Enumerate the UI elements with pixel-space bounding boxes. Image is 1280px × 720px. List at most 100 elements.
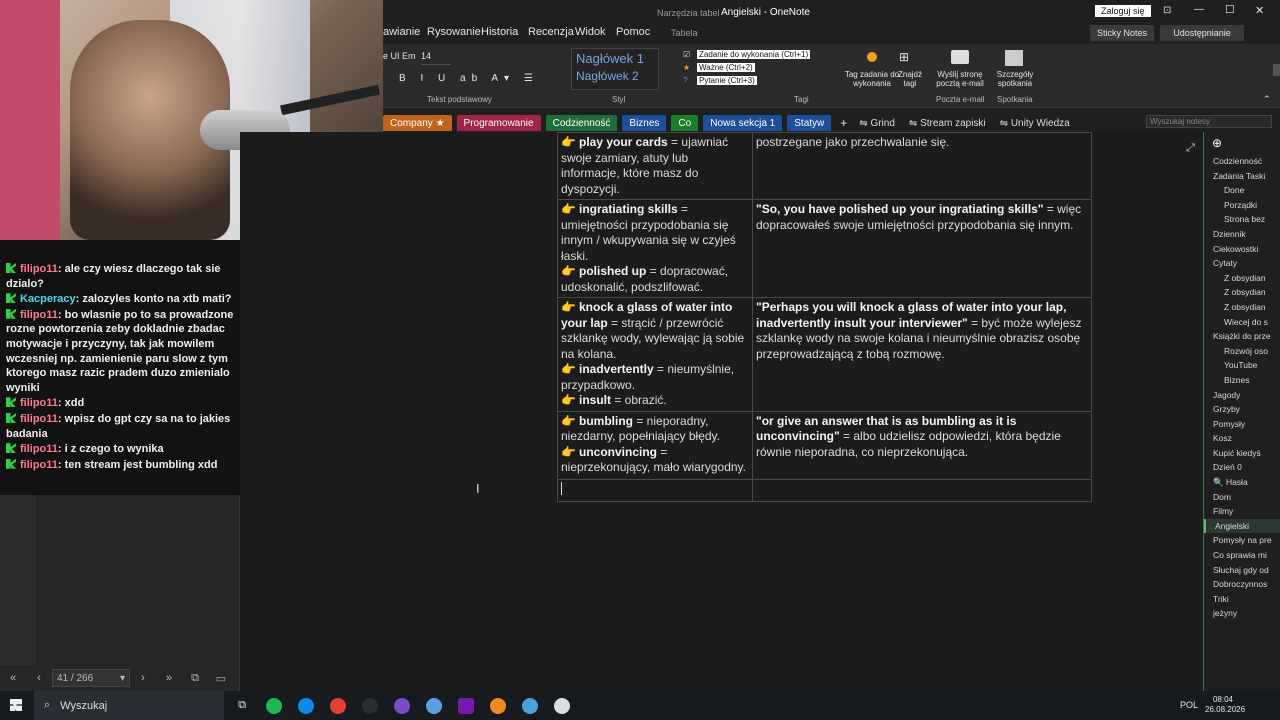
page-counter[interactable]: 41 / 266 ▾ bbox=[52, 669, 130, 687]
page-list-item[interactable]: Dzień 0 bbox=[1204, 460, 1280, 475]
share-button[interactable]: Udostępnianie bbox=[1160, 25, 1244, 41]
chat-username[interactable]: filipo11 bbox=[20, 263, 58, 275]
find-tags-icon[interactable]: ⊞ bbox=[899, 50, 909, 64]
obs-icon[interactable] bbox=[354, 691, 386, 720]
page-list-item[interactable]: Co sprawia mi bbox=[1204, 548, 1280, 563]
page-list-item[interactable]: Pomysły bbox=[1204, 417, 1280, 432]
menu-tab[interactable]: Widok bbox=[575, 26, 606, 38]
clock-app-icon[interactable] bbox=[418, 691, 450, 720]
table-cell[interactable]: 👉 bumbling = nieporadny, niezdarny, popeł… bbox=[557, 410, 753, 480]
sticky-notes-button[interactable]: Sticky Notes bbox=[1090, 25, 1154, 41]
menu-tab[interactable]: awianie bbox=[383, 26, 420, 38]
page-list-item[interactable]: Kupić kiedyś bbox=[1204, 446, 1280, 461]
table-cell[interactable]: "Perhaps you will knock a glass of water… bbox=[752, 297, 1092, 412]
find-tags-button[interactable]: Znajdź tagi bbox=[895, 70, 925, 88]
table-cell[interactable]: postrzegane jako przechwalanie się. bbox=[752, 132, 1092, 200]
section-tab[interactable]: Company ★ bbox=[383, 115, 452, 131]
wolf-app-icon[interactable] bbox=[546, 691, 578, 720]
section-link[interactable]: ⇋ Unity Wiedza bbox=[1000, 118, 1070, 129]
menu-tab[interactable]: Rysowanie bbox=[427, 26, 481, 38]
coauthor-icon[interactable]: ⊡ bbox=[1163, 5, 1171, 16]
onenote-icon[interactable] bbox=[450, 691, 482, 720]
vocab-table[interactable]: 👉 play your cards = ujawniać swoje zamiar… bbox=[557, 132, 1092, 502]
page-list-item[interactable]: Cytaty bbox=[1204, 256, 1280, 271]
page-list-item[interactable]: Biznes bbox=[1204, 373, 1280, 388]
vlc-icon[interactable] bbox=[482, 691, 514, 720]
page-list-item[interactable]: Dobroczynnos bbox=[1204, 577, 1280, 592]
fullscreen-icon[interactable]: ▭ bbox=[208, 672, 234, 685]
page-list-item[interactable]: Kosz bbox=[1204, 431, 1280, 446]
page-list-item[interactable]: Angielski bbox=[1204, 518, 1280, 534]
page-list-item[interactable]: Codzienność bbox=[1204, 154, 1280, 169]
spotify-icon[interactable] bbox=[258, 691, 290, 720]
section-tab[interactable]: Programowanie bbox=[456, 115, 541, 131]
section-link[interactable]: ⇋ Stream zapiski bbox=[909, 118, 986, 129]
discord-icon[interactable] bbox=[386, 691, 418, 720]
page-list-item[interactable]: Jagody bbox=[1204, 388, 1280, 403]
section-link[interactable]: ⇋ Grind bbox=[859, 118, 895, 129]
tag-item[interactable]: ★ Ważne (Ctrl+2) bbox=[683, 61, 833, 74]
chat-username[interactable]: Kacperacy bbox=[20, 293, 76, 305]
table-cell[interactable]: "or give an answer that is as bumbling a… bbox=[752, 410, 1092, 480]
search-notebooks-input[interactable]: Wyszukaj notesy bbox=[1146, 115, 1272, 128]
tag-item[interactable]: ? Pytanie (Ctrl+3) bbox=[683, 74, 833, 87]
page-list-item[interactable]: Wiecej do s bbox=[1204, 315, 1280, 330]
table-cell[interactable]: 👉 knock a glass of water into your lap = … bbox=[557, 297, 753, 412]
menu-tab[interactable]: Tabela bbox=[671, 28, 698, 38]
style-heading-2[interactable]: Nagłówek 2 bbox=[572, 68, 658, 84]
maximize-button[interactable]: ☐ bbox=[1225, 3, 1235, 16]
page-list-item[interactable]: Porządki bbox=[1204, 198, 1280, 213]
style-heading-1[interactable]: Nagłówek 1 bbox=[572, 49, 658, 68]
expand-icon[interactable]: ⤢ bbox=[1186, 142, 1195, 155]
page-list-item[interactable]: Grzyby bbox=[1204, 402, 1280, 417]
font-size-select[interactable]: 14 bbox=[421, 51, 451, 65]
page-list-item[interactable]: Słuchaj gdy od bbox=[1204, 563, 1280, 578]
menu-tab[interactable]: Recenzja bbox=[528, 26, 574, 38]
page-list-item[interactable]: Zadania Taski bbox=[1204, 169, 1280, 184]
table-cell-empty[interactable] bbox=[557, 478, 753, 502]
first-page-icon[interactable]: « bbox=[0, 672, 26, 684]
section-tab[interactable]: Statyw bbox=[787, 115, 832, 131]
page-list-item[interactable]: Triki bbox=[1204, 592, 1280, 607]
page-list-item[interactable]: Dziennik bbox=[1204, 227, 1280, 242]
page-list-item[interactable]: Dom bbox=[1204, 490, 1280, 505]
page-list-item[interactable]: Done bbox=[1204, 183, 1280, 198]
notepad-icon[interactable] bbox=[514, 691, 546, 720]
todo-tag-button[interactable]: Tag zadania do wykonania bbox=[843, 70, 901, 88]
format-buttons[interactable]: B I U ab A▾ ☰ bbox=[399, 73, 539, 84]
chat-username[interactable]: filipo11 bbox=[20, 397, 58, 409]
close-button[interactable]: ✕ bbox=[1255, 4, 1264, 17]
language-indicator[interactable]: POL bbox=[1180, 700, 1198, 710]
page-list-item[interactable]: YouTube bbox=[1204, 358, 1280, 373]
page-list-item[interactable]: Książki do prze bbox=[1204, 329, 1280, 344]
style-gallery[interactable]: Nagłówek 1 Nagłówek 2 bbox=[571, 48, 659, 90]
page-list-item[interactable]: Strona bez bbox=[1204, 212, 1280, 227]
chat-username[interactable]: filipo11 bbox=[20, 413, 58, 425]
meeting-icon[interactable] bbox=[1005, 50, 1023, 66]
signin-button[interactable]: Zaloguj się bbox=[1095, 5, 1151, 17]
add-page-icon[interactable]: ⊕ bbox=[1204, 132, 1280, 154]
chat-username[interactable]: filipo11 bbox=[20, 309, 58, 321]
edge-icon[interactable] bbox=[290, 691, 322, 720]
todo-tag-icon[interactable] bbox=[867, 52, 877, 62]
email-icon[interactable] bbox=[951, 50, 969, 64]
chrome-icon[interactable] bbox=[322, 691, 354, 720]
section-tab[interactable]: Biznes bbox=[622, 115, 667, 131]
meeting-details-button[interactable]: Szczegóły spotkania bbox=[993, 70, 1037, 88]
page-list-item[interactable]: Z obsydian bbox=[1204, 300, 1280, 315]
table-cell[interactable]: 👉 play your cards = ujawniać swoje zamiar… bbox=[557, 132, 753, 200]
page-list-item[interactable]: Z obsydian bbox=[1204, 285, 1280, 300]
scroll-handle[interactable] bbox=[1273, 64, 1280, 76]
page-list-item[interactable]: Pomysły na pre bbox=[1204, 533, 1280, 548]
collapse-ribbon-icon[interactable]: ⌃ bbox=[1263, 94, 1271, 105]
prev-page-icon[interactable]: ‹ bbox=[26, 672, 52, 684]
section-tab[interactable]: Nowa sekcja 1 bbox=[703, 115, 783, 131]
chat-username[interactable]: filipo11 bbox=[20, 443, 58, 455]
section-tab[interactable]: Codzienność bbox=[545, 115, 618, 131]
font-name-select[interactable]: e UI Em bbox=[383, 51, 419, 65]
page-list-item[interactable]: jeżyny bbox=[1204, 606, 1280, 621]
table-cell[interactable]: "So, you have polished up your ingratiat… bbox=[752, 199, 1092, 298]
page-list-item[interactable]: Rozwój oso bbox=[1204, 344, 1280, 359]
page-list-item[interactable]: Ciekowostki bbox=[1204, 242, 1280, 257]
minimize-button[interactable]: — bbox=[1194, 4, 1204, 15]
